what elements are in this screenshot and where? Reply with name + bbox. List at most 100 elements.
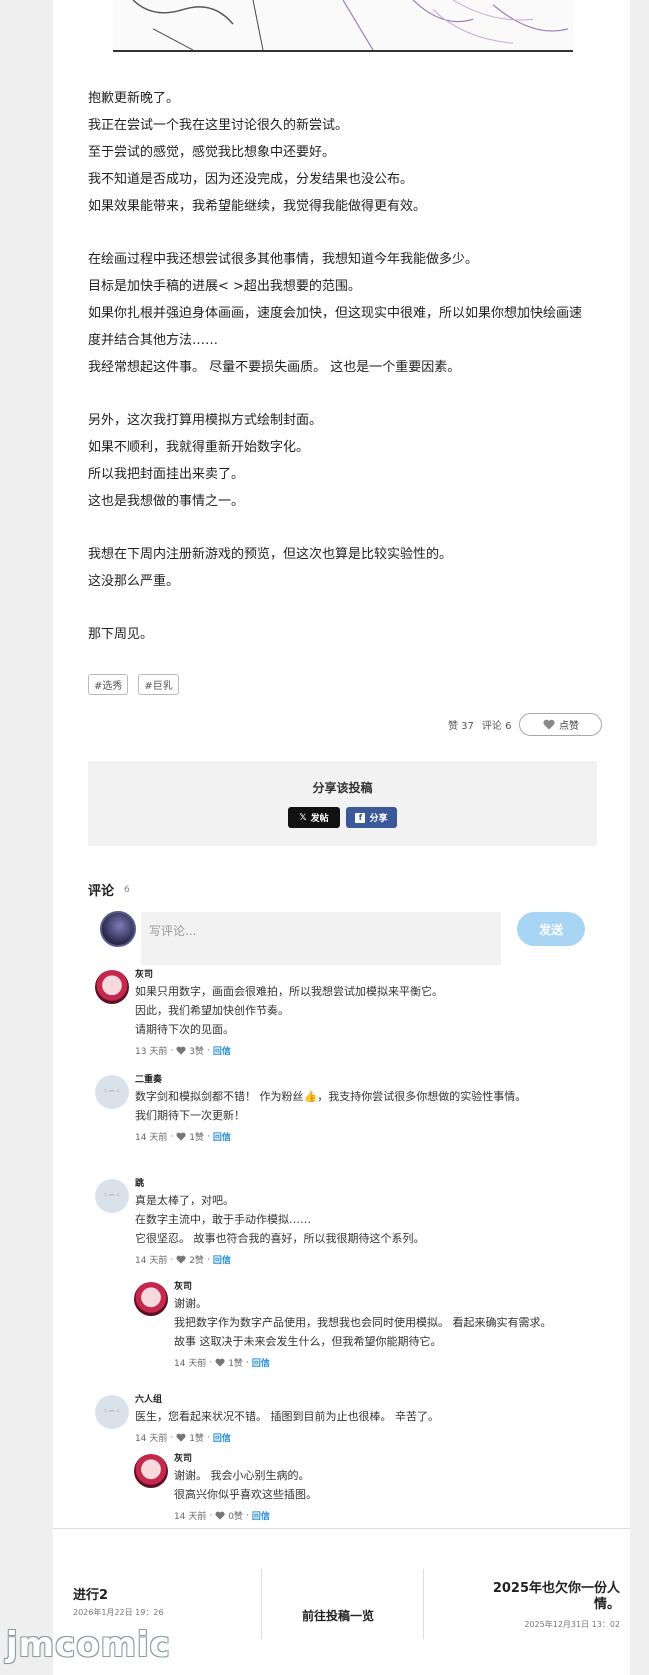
- comment-time: 14 天前: [174, 1512, 207, 1522]
- separator-dot: ·: [170, 1131, 174, 1142]
- comment-text-line: 在数字主流中，敢于手动作模拟……: [135, 1213, 311, 1226]
- comment-body: 灰司 谢谢。 我把数字作为数字产品使用，我想我也会同时使用模拟。 看起来确实有需求。…: [174, 1280, 552, 1369]
- share-x-label: 发帖: [310, 814, 329, 824]
- previous-post-title: 进行2: [73, 1588, 109, 1603]
- previous-post-date: 2026年1月22日 19：26: [73, 1608, 164, 1617]
- comment-text-line: 数字剑和模拟剑都不错！ 作为粉丝👍，我支持你尝试很多你想做的实验性事情。: [135, 1090, 527, 1103]
- separator-dot: ·: [209, 1357, 213, 1368]
- comment-avatar: ◦─◦: [95, 1395, 129, 1429]
- send-button[interactable]: 发送: [517, 912, 585, 946]
- heart-icon[interactable]: [176, 1255, 186, 1264]
- like-button-label: 点赞: [558, 721, 579, 732]
- tag[interactable]: #巨乳: [138, 674, 179, 695]
- heart-icon[interactable]: [176, 1046, 186, 1055]
- post-text-line: 度并结合其他方法……: [88, 333, 219, 348]
- post-list-link[interactable]: 前往投稿一览: [302, 1607, 374, 1624]
- comment-meta: 14 天前 · 1赞 · 回信: [174, 1356, 552, 1370]
- comment-author[interactable]: 跳: [135, 1177, 425, 1191]
- comment-like-count: 0赞: [228, 1512, 243, 1522]
- comment-text-line: 医生，您看起来状况不错。 插图到目前为止也很棒。 辛苦了。: [135, 1410, 439, 1423]
- separator-dot: ·: [245, 1510, 249, 1521]
- reply-link[interactable]: 回信: [213, 1130, 231, 1143]
- comment-like-count: 1赞: [228, 1359, 243, 1369]
- reply-link[interactable]: 回信: [213, 1253, 231, 1266]
- comment-count: 评论 6: [481, 721, 512, 732]
- next-post-date: 2025年12月31日 13：02: [524, 1620, 620, 1629]
- comment-author[interactable]: 灰司: [135, 968, 443, 982]
- comment-body: 灰司 如果只用数字，画面会很难拍，所以我想尝试加模拟来平衡它。 因此，我们希望加快创…: [135, 968, 443, 1057]
- post-text-line: 另外，这次我打算用模拟方式绘制封面。: [88, 413, 323, 428]
- comment-text-line: 谢谢。 我会小心别生病的。: [174, 1469, 310, 1482]
- comment-time: 13 天前: [135, 1047, 168, 1057]
- comment-body: 二重奏数字剑和模拟剑都不错！ 作为粉丝👍，我支持你尝试很多你想做的实验性事情。我…: [135, 1073, 526, 1143]
- tag-list: #选秀 #巨乳: [88, 674, 179, 695]
- like-button[interactable]: 点赞: [519, 713, 603, 736]
- comment-avatar: [95, 970, 129, 1004]
- comments-count: 6: [124, 884, 130, 895]
- comment-text-line: 很高兴你似乎喜欢这些插图。: [174, 1488, 317, 1501]
- post-text-line: 至于尝试的感觉，感觉我比想象中还要好。: [88, 145, 336, 160]
- post-text-line: 那下周见。: [88, 627, 154, 642]
- separator-dot: ·: [170, 1254, 174, 1265]
- post-text-line: 如果你扎根并强迫身体画画，速度会加快，但这现实中很难，所以如果你想加快绘画速: [88, 306, 583, 321]
- like-count: 赞 37: [448, 721, 474, 732]
- separator-dot: ·: [206, 1432, 210, 1443]
- reply-link[interactable]: 回信: [252, 1509, 270, 1522]
- heart-icon[interactable]: [176, 1433, 186, 1442]
- post-text-line: 如果效果能带来，我希望能继续，我觉得我能做得更有效。: [88, 199, 427, 214]
- comment-body: 跳真是太棒了，对吧。 在数字主流中，敢于手动作模拟…… 它很坚忍。 故事也符合我的喜…: [135, 1177, 425, 1266]
- comment-text-line: 请期待下次的见面。: [135, 1023, 234, 1036]
- comment-author[interactable]: 六人组: [135, 1393, 439, 1407]
- heart-icon[interactable]: [176, 1132, 186, 1141]
- comment-meta: 14 天前 · 1赞 · 回信: [135, 1431, 439, 1445]
- reply-link[interactable]: 回信: [213, 1044, 231, 1057]
- next-post-link[interactable]: 2025年也欠你一份人 情。 2025年12月31日 13：02: [493, 1581, 620, 1630]
- share-x-button[interactable]: 𝕏 发帖: [288, 807, 340, 828]
- comment-input[interactable]: 写评论...: [141, 912, 501, 965]
- comment-meta: 14 天前 · 2赞 · 回信: [135, 1253, 425, 1267]
- comment-meta: 14 天前 · 1赞 · 回信: [135, 1130, 526, 1144]
- heart-icon[interactable]: [215, 1511, 225, 1520]
- watermark-logo: jmcomic: [6, 1625, 171, 1665]
- post-text-line: 在绘画过程中我还想尝试很多其他事情，我想知道今年我能做多少。: [88, 252, 479, 267]
- next-post-title-line1: 2025年也欠你一份人: [492, 1581, 620, 1596]
- post-illustration: [113, 0, 573, 52]
- comment-text-line: 故事 这取决于未来会发生什么，但我希望你能期待它。: [174, 1335, 442, 1348]
- comment-author[interactable]: 二重奏: [135, 1073, 526, 1087]
- previous-post-link[interactable]: 进行2 2026年1月22日 19：26: [73, 1584, 164, 1618]
- comment-avatar: ◦─◦: [95, 1075, 129, 1109]
- reply-link[interactable]: 回信: [213, 1431, 231, 1444]
- share-facebook-button[interactable]: f 分享: [346, 807, 397, 828]
- comment-avatar: [134, 1282, 168, 1316]
- comment-author[interactable]: 灰司: [174, 1280, 552, 1294]
- separator-dot: ·: [170, 1432, 174, 1443]
- comment-text-line: 我们期待下一次更新！: [135, 1109, 245, 1122]
- comment-like-count: 2赞: [189, 1256, 204, 1266]
- share-facebook-label: 分享: [369, 814, 388, 824]
- comment-author[interactable]: 灰司: [174, 1452, 317, 1466]
- separator-dot: ·: [170, 1045, 174, 1056]
- post-stats: 赞 37 评论 6 点赞: [448, 713, 603, 736]
- post-text-line: 我正在尝试一个我在这里讨论很久的新尝试。: [88, 118, 349, 133]
- heart-icon[interactable]: [215, 1358, 225, 1367]
- reply-link[interactable]: 回信: [252, 1356, 270, 1369]
- comment-meta: 14 天前 · 0赞 · 回信: [174, 1509, 317, 1523]
- tag[interactable]: #选秀: [88, 674, 129, 695]
- post-text-line: 这也是我想做的事情之一。: [88, 494, 245, 509]
- comment-like-count: 1赞: [189, 1133, 204, 1143]
- separator-dot: ·: [209, 1510, 213, 1521]
- comment-like-count: 3赞: [189, 1047, 204, 1057]
- x-logo-icon: 𝕏: [299, 812, 307, 823]
- comment-meta: 13 天前 · 3赞 · 回信: [135, 1044, 443, 1058]
- post-text-line: 我想在下周内注册新游戏的预览，但这次也算是比较实验性的。: [88, 547, 453, 562]
- post-text-line: 这没那么严重。: [88, 574, 180, 589]
- post-text-line: 我经常想起这件事。 尽量不要损失画质。 这也是一个重要因素。: [88, 360, 461, 375]
- comment-input-placeholder: 写评论...: [149, 924, 197, 938]
- default-avatar-icon: ◦─◦: [102, 1087, 122, 1097]
- send-button-label: 发送: [538, 922, 563, 937]
- comment-body: 灰司 谢谢。 我会小心别生病的。 很高兴你似乎喜欢这些插图。 14 天前 · 0赞 · 回信: [174, 1452, 317, 1522]
- share-title: 分享该投稿: [312, 781, 373, 795]
- share-panel: 分享该投稿 𝕏 发帖 f 分享: [88, 761, 597, 846]
- current-user-avatar: [100, 911, 136, 947]
